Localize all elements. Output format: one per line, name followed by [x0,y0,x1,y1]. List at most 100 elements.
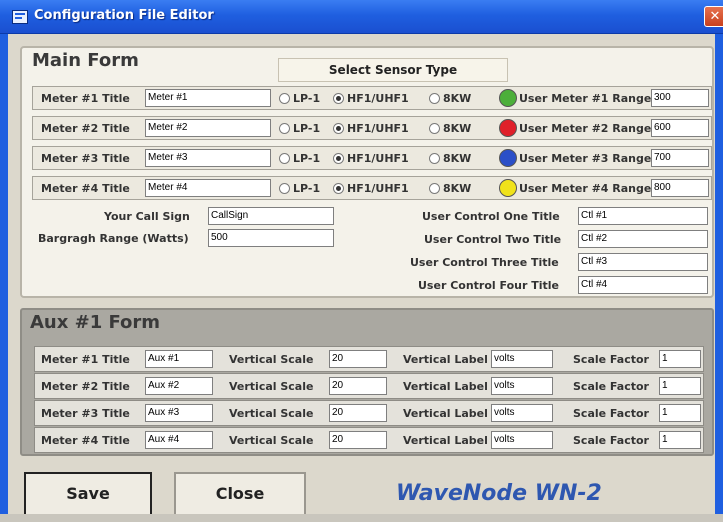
aux-form-panel: Aux #1 Form Meter #1 Title Aux #1 Vertic… [20,308,714,456]
sensor-radio-lp1[interactable] [279,183,290,194]
user-control-four-label: User Control Four Title [418,279,559,292]
sensor-radio-lp1[interactable] [279,153,290,164]
call-sign-input[interactable]: CallSign [208,207,334,225]
scale-factor-input[interactable]: 1 [659,404,701,422]
sensor-label-8kw: 8KW [443,92,472,105]
aux-meter-input[interactable]: Aux #1 [145,350,213,368]
range-label: User Meter #4 Range [519,182,652,195]
user-control-two-input[interactable]: Ctl #2 [578,230,708,248]
window-title: Configuration File Editor [34,8,214,23]
scale-factor-input[interactable]: 1 [659,377,701,395]
status-led-icon [499,119,517,137]
vertical-scale-input[interactable]: 20 [329,431,387,449]
vertical-scale-input[interactable]: 20 [329,377,387,395]
scale-factor-input[interactable]: 1 [659,431,701,449]
aux-meter-label: Meter #1 Title [41,353,130,366]
range-label: User Meter #1 Range [519,92,652,105]
app-icon [12,10,28,24]
vertical-scale-label: Vertical Scale [229,434,314,447]
sensor-label-8kw: 8KW [443,152,472,165]
sensor-label-8kw: 8KW [443,182,472,195]
range-input[interactable]: 600 [651,119,709,137]
vertical-label-label: Vertical Label [403,434,488,447]
scale-factor-input[interactable]: 1 [659,350,701,368]
sensor-label-lp1: LP-1 [293,182,321,195]
range-input[interactable]: 700 [651,149,709,167]
title-bar: Configuration File Editor ✕ [0,0,723,34]
save-button[interactable]: Save [24,472,152,516]
aux-row-2: Meter #2 Title Aux #2 Vertical Scale 20 … [34,373,704,399]
range-input[interactable]: 300 [651,89,709,107]
scale-factor-label: Scale Factor [573,407,649,420]
user-control-three-label: User Control Three Title [410,256,559,269]
window-frame-right [715,34,723,522]
meter-title-input[interactable]: Meter #3 [145,149,271,167]
aux-row-3: Meter #3 Title Aux #3 Vertical Scale 20 … [34,400,704,426]
meter-row-4: Meter #4 Title Meter #4 LP-1 HF1/UHF1 8K… [32,176,712,200]
vertical-label-label: Vertical Label [403,380,488,393]
user-control-one-input[interactable]: Ctl #1 [578,207,708,225]
range-input[interactable]: 800 [651,179,709,197]
aux-meter-label: Meter #2 Title [41,380,130,393]
sensor-radio-lp1[interactable] [279,93,290,104]
main-form-panel: Main Form Select Sensor Type Meter #1 Ti… [20,46,714,298]
vertical-label-input[interactable]: volts [491,404,553,422]
vertical-label-label: Vertical Label [403,353,488,366]
sensor-label-hf1uhf1: HF1/UHF1 [347,122,409,135]
close-button[interactable]: Close [174,472,306,516]
vertical-label-input[interactable]: volts [491,377,553,395]
sensor-radio-hf1uhf1[interactable] [333,153,344,164]
vertical-label-label: Vertical Label [403,407,488,420]
sensor-label-lp1: LP-1 [293,122,321,135]
vertical-label-input[interactable]: volts [491,431,553,449]
scale-factor-label: Scale Factor [573,380,649,393]
sensor-label-8kw: 8KW [443,122,472,135]
vertical-label-input[interactable]: volts [491,350,553,368]
sensor-radio-8kw[interactable] [429,93,440,104]
sensor-radio-hf1uhf1[interactable] [333,123,344,134]
user-control-one-label: User Control One Title [422,210,560,223]
aux-meter-input[interactable]: Aux #2 [145,377,213,395]
sensor-label-lp1: LP-1 [293,152,321,165]
vertical-scale-input[interactable]: 20 [329,404,387,422]
aux-meter-input[interactable]: Aux #4 [145,431,213,449]
status-led-icon [499,179,517,197]
scale-factor-label: Scale Factor [573,434,649,447]
sensor-radio-hf1uhf1[interactable] [333,93,344,104]
scale-factor-label: Scale Factor [573,353,649,366]
sensor-radio-8kw[interactable] [429,153,440,164]
aux-row-1: Meter #1 Title Aux #1 Vertical Scale 20 … [34,346,704,372]
sensor-label-hf1uhf1: HF1/UHF1 [347,92,409,105]
sensor-radio-hf1uhf1[interactable] [333,183,344,194]
sensor-radio-lp1[interactable] [279,123,290,134]
meter-title-input[interactable]: Meter #4 [145,179,271,197]
meter-row-2: Meter #2 Title Meter #2 LP-1 HF1/UHF1 8K… [32,116,712,140]
status-led-icon [499,149,517,167]
user-control-two-label: User Control Two Title [424,233,562,246]
vertical-scale-input[interactable]: 20 [329,350,387,368]
vertical-scale-label: Vertical Scale [229,380,314,393]
meter-title-label: Meter #2 Title [41,122,130,135]
aux-meter-label: Meter #3 Title [41,407,130,420]
sensor-radio-8kw[interactable] [429,183,440,194]
brand-label: WaveNode WN-2 [396,481,602,506]
bargraph-range-input[interactable]: 500 [208,229,334,247]
sensor-radio-8kw[interactable] [429,123,440,134]
aux-row-4: Meter #4 Title Aux #4 Vertical Scale 20 … [34,427,704,453]
vertical-scale-label: Vertical Scale [229,407,314,420]
user-control-four-input[interactable]: Ctl #4 [578,276,708,294]
close-window-button[interactable]: ✕ [704,6,723,27]
aux-meter-input[interactable]: Aux #3 [145,404,213,422]
aux-form-title: Aux #1 Form [30,312,161,333]
status-led-icon [499,89,517,107]
meter-title-input[interactable]: Meter #2 [145,119,271,137]
main-form-title: Main Form [32,50,139,71]
meter-row-1: Meter #1 Title Meter #1 LP-1 HF1/UHF1 8K… [32,86,712,110]
sensor-label-hf1uhf1: HF1/UHF1 [347,182,409,195]
user-control-three-input[interactable]: Ctl #3 [578,253,708,271]
meter-title-input[interactable]: Meter #1 [145,89,271,107]
sensor-type-header: Select Sensor Type [278,58,508,82]
call-sign-label: Your Call Sign [104,210,190,223]
aux-meter-label: Meter #4 Title [41,434,130,447]
window-bottom-edge [0,514,723,522]
